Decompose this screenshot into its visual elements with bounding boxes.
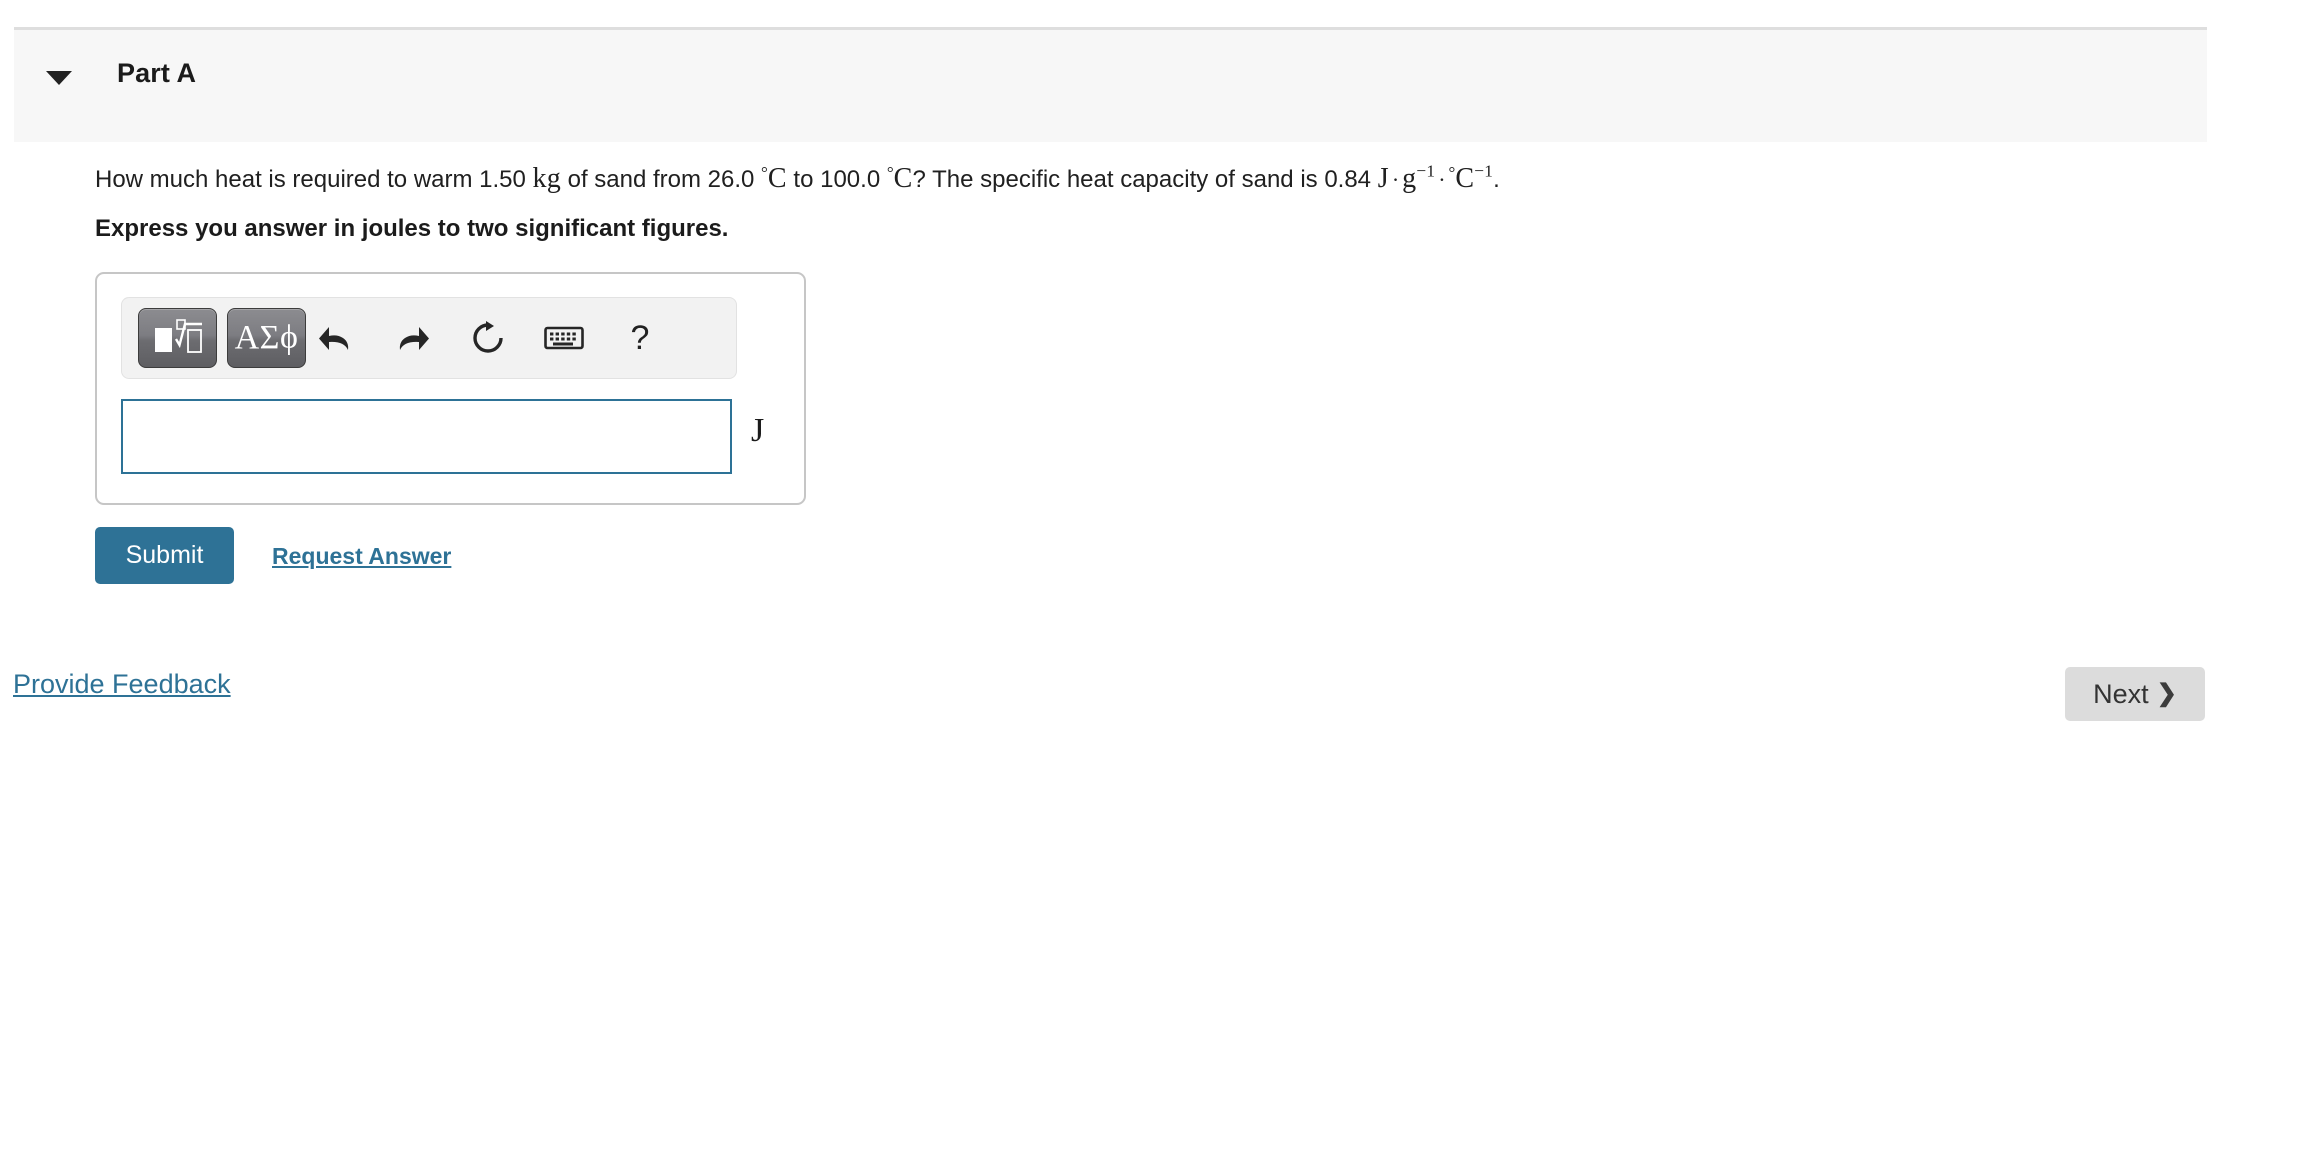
question-segment-1: How much heat is required to warm 1.50 (95, 166, 533, 193)
help-icon-glyph: ? (630, 319, 650, 357)
chevron-right-icon: ❯ (2156, 680, 2177, 707)
degree-symbol-2: ° (886, 163, 894, 182)
celsius-3-base: C (1455, 163, 1475, 194)
answer-widget: ΑΣϕ ? J (95, 272, 806, 505)
answer-input[interactable] (121, 399, 732, 474)
math-toolbar: ΑΣϕ ? (121, 297, 737, 379)
greek-symbols-button[interactable]: ΑΣϕ (227, 308, 306, 368)
keyboard-icon[interactable] (534, 308, 594, 368)
part-title: Part A (117, 58, 197, 88)
submit-button[interactable]: Submit (95, 527, 234, 584)
unit-gram-base: g (1402, 163, 1417, 194)
unit-kg: kg (532, 163, 561, 194)
question-segment-2: of sand from 26.0 (560, 166, 762, 193)
redo-icon[interactable] (382, 308, 442, 368)
celsius-3-exponent: −1 (1474, 161, 1494, 181)
next-button[interactable]: Next ❯ (2065, 667, 2205, 721)
reset-icon[interactable] (458, 308, 518, 368)
multiplication-dot-1: · (1391, 167, 1400, 192)
question-text: How much heat is required to warm 1.50 k… (95, 162, 1500, 196)
degree-symbol-1: ° (761, 163, 768, 182)
unit-gram: g−1 (1402, 161, 1436, 194)
question-segment-3: to 100.0 (786, 166, 887, 193)
triangle-down-icon[interactable] (46, 71, 72, 85)
celsius-2: C (893, 163, 913, 194)
multiplication-dot-2: · (1438, 167, 1446, 192)
celsius-1: C (767, 163, 787, 194)
next-button-label: Next (2093, 678, 2149, 709)
provide-feedback-link[interactable]: Provide Feedback (13, 669, 231, 700)
undo-icon[interactable] (306, 308, 366, 368)
question-period: . (1493, 166, 1500, 193)
unit-gram-exponent: −1 (1416, 161, 1436, 181)
request-answer-link[interactable]: Request Answer (272, 543, 451, 570)
question-segment-4: ? The specific heat capacity of sand is … (912, 166, 1378, 193)
help-icon[interactable]: ? (610, 308, 670, 368)
instruction-text: Express you answer in joules to two sign… (95, 215, 729, 242)
greek-button-label: ΑΣϕ (234, 319, 299, 356)
math-template-button[interactable] (138, 308, 217, 368)
celsius-3: C−1 (1455, 161, 1494, 194)
part-header[interactable]: Part A (14, 27, 2207, 142)
answer-unit-label: J (751, 412, 765, 449)
unit-joule: J (1377, 163, 1389, 194)
